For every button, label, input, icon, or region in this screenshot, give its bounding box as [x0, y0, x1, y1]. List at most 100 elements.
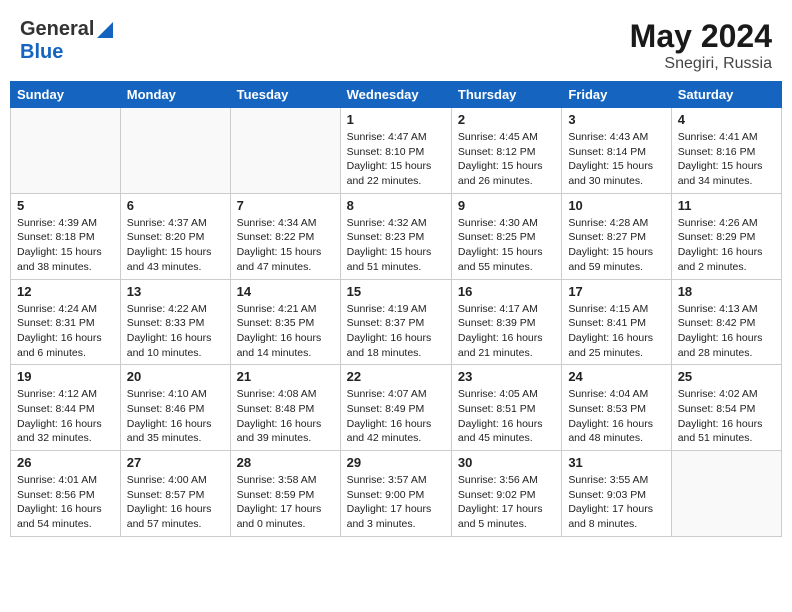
- calendar-table: SundayMondayTuesdayWednesdayThursdayFrid…: [10, 81, 782, 537]
- calendar-day-cell: [230, 108, 340, 194]
- day-info-line: and 10 minutes.: [127, 346, 224, 361]
- day-info-line: Sunset: 8:33 PM: [127, 316, 224, 331]
- day-info-line: Daylight: 16 hours: [127, 331, 224, 346]
- calendar-day-cell: [120, 108, 230, 194]
- day-info: Sunrise: 4:43 AMSunset: 8:14 PMDaylight:…: [568, 130, 664, 189]
- day-info-line: and 45 minutes.: [458, 431, 555, 446]
- day-info-line: Sunset: 8:42 PM: [678, 316, 775, 331]
- day-info-line: Sunset: 8:59 PM: [237, 488, 334, 503]
- day-info-line: Daylight: 16 hours: [17, 331, 114, 346]
- day-info-line: Daylight: 16 hours: [458, 417, 555, 432]
- day-info-line: Sunset: 8:18 PM: [17, 230, 114, 245]
- day-info-line: Daylight: 17 hours: [568, 502, 664, 517]
- day-info: Sunrise: 4:10 AMSunset: 8:46 PMDaylight:…: [127, 387, 224, 446]
- day-number: 22: [347, 369, 445, 384]
- day-of-week-header: Tuesday: [230, 82, 340, 108]
- day-info-line: Sunrise: 3:57 AM: [347, 473, 445, 488]
- day-info: Sunrise: 4:34 AMSunset: 8:22 PMDaylight:…: [237, 216, 334, 275]
- day-info: Sunrise: 3:55 AMSunset: 9:03 PMDaylight:…: [568, 473, 664, 532]
- day-info-line: Sunrise: 4:19 AM: [347, 302, 445, 317]
- calendar-day-cell: 30Sunrise: 3:56 AMSunset: 9:02 PMDayligh…: [451, 451, 561, 537]
- day-info-line: Daylight: 16 hours: [678, 331, 775, 346]
- day-info: Sunrise: 3:56 AMSunset: 9:02 PMDaylight:…: [458, 473, 555, 532]
- day-info-line: Sunset: 8:35 PM: [237, 316, 334, 331]
- calendar-day-cell: 29Sunrise: 3:57 AMSunset: 9:00 PMDayligh…: [340, 451, 451, 537]
- day-info-line: Daylight: 15 hours: [568, 159, 664, 174]
- calendar-day-cell: 2Sunrise: 4:45 AMSunset: 8:12 PMDaylight…: [451, 108, 561, 194]
- day-info-line: Sunrise: 4:00 AM: [127, 473, 224, 488]
- day-info-line: and 43 minutes.: [127, 260, 224, 275]
- day-number: 3: [568, 112, 664, 127]
- calendar-day-cell: 1Sunrise: 4:47 AMSunset: 8:10 PMDaylight…: [340, 108, 451, 194]
- calendar-day-cell: 7 Sunrise: 4:34 AMSunset: 8:22 PMDaylight…: [230, 193, 340, 279]
- day-info: Sunrise: 4:28 AMSunset: 8:27 PMDaylight:…: [568, 216, 664, 275]
- day-info-line: Daylight: 15 hours: [568, 245, 664, 260]
- calendar-day-cell: 22 Sunrise: 4:07 AMSunset: 8:49 PMDayligh…: [340, 365, 451, 451]
- day-info-line: Sunrise: 4:28 AM: [568, 216, 664, 231]
- day-info-line: Sunset: 8:48 PM: [237, 402, 334, 417]
- day-info-line: and 21 minutes.: [458, 346, 555, 361]
- day-info: Sunrise: 4:07 AMSunset: 8:49 PMDaylight:…: [347, 387, 445, 446]
- day-info-line: Daylight: 16 hours: [127, 502, 224, 517]
- day-info-line: Daylight: 16 hours: [347, 331, 445, 346]
- day-info-line: Daylight: 16 hours: [237, 331, 334, 346]
- calendar-day-cell: 23Sunrise: 4:05 AMSunset: 8:51 PMDayligh…: [451, 365, 561, 451]
- day-info-line: and 8 minutes.: [568, 517, 664, 532]
- day-number: 25: [678, 369, 775, 384]
- day-info-line: Sunset: 8:10 PM: [347, 145, 445, 160]
- day-info-line: Sunrise: 4:45 AM: [458, 130, 555, 145]
- day-number: 28: [237, 455, 334, 470]
- day-info-line: Sunrise: 4:02 AM: [678, 387, 775, 402]
- calendar-day-cell: 20 Sunrise: 4:10 AMSunset: 8:46 PMDayligh…: [120, 365, 230, 451]
- calendar-day-cell: 11Sunrise: 4:26 AMSunset: 8:29 PMDayligh…: [671, 193, 781, 279]
- calendar-day-cell: 3 Sunrise: 4:43 AMSunset: 8:14 PMDaylight…: [562, 108, 671, 194]
- day-info-line: Sunrise: 4:37 AM: [127, 216, 224, 231]
- day-info-line: Sunset: 9:03 PM: [568, 488, 664, 503]
- calendar-day-cell: 18Sunrise: 4:13 AMSunset: 8:42 PMDayligh…: [671, 279, 781, 365]
- day-info-line: Daylight: 17 hours: [237, 502, 334, 517]
- day-info-line: Daylight: 16 hours: [568, 417, 664, 432]
- day-info-line: Sunrise: 4:01 AM: [17, 473, 114, 488]
- day-number: 10: [568, 198, 664, 213]
- day-number: 19: [17, 369, 114, 384]
- day-number: 4: [678, 112, 775, 127]
- calendar-week-row: 12Sunrise: 4:24 AMSunset: 8:31 PMDayligh…: [11, 279, 782, 365]
- calendar-day-cell: 14Sunrise: 4:21 AMSunset: 8:35 PMDayligh…: [230, 279, 340, 365]
- day-info-line: Daylight: 16 hours: [127, 417, 224, 432]
- day-info: Sunrise: 4:19 AMSunset: 8:37 PMDaylight:…: [347, 302, 445, 361]
- day-number: 27: [127, 455, 224, 470]
- calendar-day-cell: 16Sunrise: 4:17 AMSunset: 8:39 PMDayligh…: [451, 279, 561, 365]
- day-info-line: Daylight: 17 hours: [458, 502, 555, 517]
- day-info-line: Sunset: 8:56 PM: [17, 488, 114, 503]
- day-info-line: Sunset: 8:53 PM: [568, 402, 664, 417]
- day-info: Sunrise: 4:39 AMSunset: 8:18 PMDaylight:…: [17, 216, 114, 275]
- day-info-line: Sunset: 8:57 PM: [127, 488, 224, 503]
- calendar-day-cell: 4 Sunrise: 4:41 AMSunset: 8:16 PMDaylight…: [671, 108, 781, 194]
- day-info: Sunrise: 4:41 AMSunset: 8:16 PMDaylight:…: [678, 130, 775, 189]
- day-info-line: and 5 minutes.: [458, 517, 555, 532]
- calendar-day-cell: 15Sunrise: 4:19 AMSunset: 8:37 PMDayligh…: [340, 279, 451, 365]
- day-of-week-header: Thursday: [451, 82, 561, 108]
- day-of-week-header: Saturday: [671, 82, 781, 108]
- day-info-line: and 51 minutes.: [678, 431, 775, 446]
- day-info: Sunrise: 4:47 AMSunset: 8:10 PMDaylight:…: [347, 130, 445, 189]
- day-info-line: Sunrise: 3:55 AM: [568, 473, 664, 488]
- day-number: 7: [237, 198, 334, 213]
- day-info-line: and 57 minutes.: [127, 517, 224, 532]
- day-info-line: Sunset: 8:23 PM: [347, 230, 445, 245]
- day-info-line: and 25 minutes.: [568, 346, 664, 361]
- calendar-day-cell: 17Sunrise: 4:15 AMSunset: 8:41 PMDayligh…: [562, 279, 671, 365]
- day-info-line: and 6 minutes.: [17, 346, 114, 361]
- day-info-line: Daylight: 15 hours: [678, 159, 775, 174]
- day-number: 20: [127, 369, 224, 384]
- day-number: 31: [568, 455, 664, 470]
- day-info-line: and 0 minutes.: [237, 517, 334, 532]
- day-info: Sunrise: 4:32 AMSunset: 8:23 PMDaylight:…: [347, 216, 445, 275]
- day-info-line: Sunset: 8:27 PM: [568, 230, 664, 245]
- day-number: 13: [127, 284, 224, 299]
- day-info-line: and 51 minutes.: [347, 260, 445, 275]
- logo: General Blue: [20, 18, 113, 64]
- day-info-line: and 22 minutes.: [347, 174, 445, 189]
- day-info-line: Daylight: 15 hours: [347, 159, 445, 174]
- day-info-line: Sunrise: 4:21 AM: [237, 302, 334, 317]
